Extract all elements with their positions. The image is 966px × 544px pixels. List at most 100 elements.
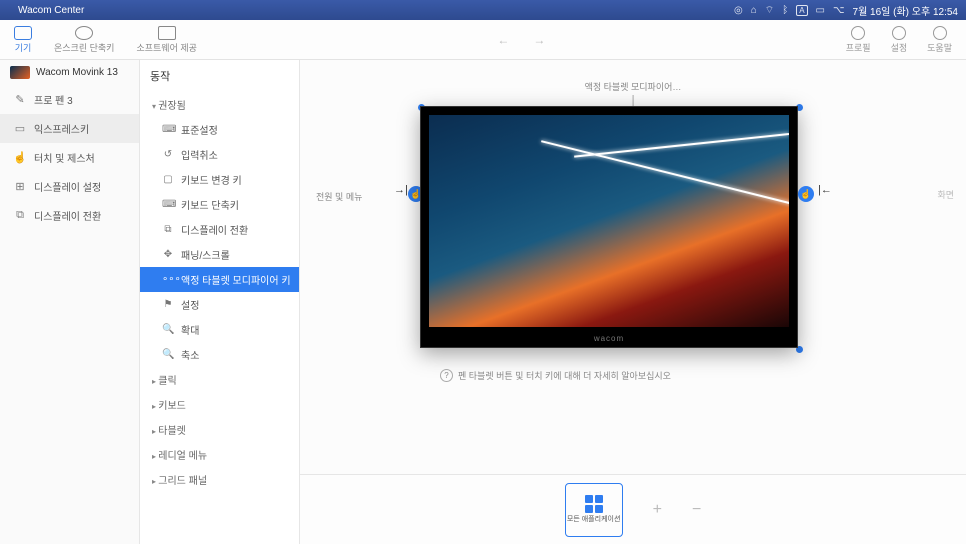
tab-device-label: 기기 — [15, 41, 32, 54]
action-settings-label: 설정 — [181, 297, 199, 312]
kbchange-icon: ▢ — [162, 174, 174, 185]
remove-application-button[interactable]: − — [692, 501, 701, 519]
tab-software-label: 소프트웨어 제공 — [136, 41, 196, 54]
action-keyboard-change[interactable]: ▢ 키보드 변경 키 — [140, 167, 299, 192]
battery-icon[interactable]: ▭ — [816, 5, 825, 16]
app-name[interactable]: Wacom Center — [18, 5, 84, 16]
device-name: Wacom Movink 13 — [36, 67, 118, 78]
action-title: 동작 — [140, 60, 299, 92]
action-standard[interactable]: ⌨표준설정 — [140, 117, 299, 142]
tab-onscreen-shortcuts[interactable]: 온스크린 단축키 — [54, 26, 114, 54]
panscroll-icon: ✥ — [162, 249, 174, 260]
bluetooth-icon[interactable]: ᛒ — [782, 5, 788, 16]
right-key-label: 화면 — [937, 188, 954, 201]
settings-label: 설정 — [891, 41, 908, 54]
tab-software[interactable]: 소프트웨어 제공 — [136, 26, 196, 54]
action-kbshort-label: 키보드 단축키 — [181, 197, 239, 212]
action-display-switch[interactable]: ⧉ 디스플레이 전환 — [140, 217, 299, 242]
action-zoom-in[interactable]: 🔍 확대 — [140, 317, 299, 342]
action-standard-label: 표준설정 — [181, 122, 218, 137]
modifier-icon: ∘∘∘ — [162, 274, 174, 285]
device-header[interactable]: Wacom Movink 13 — [0, 60, 139, 85]
settings-icon: ⚑ — [162, 299, 174, 310]
sidebar-express-label: 익스프레스키 — [34, 121, 89, 136]
tablet-preview-area: 액정 타블렛 모디파이어… 전원 및 메뉴 화면 →| ☝ wacom ☝ |←… — [300, 60, 966, 474]
touch-icon: ☝ — [14, 152, 26, 164]
tablet-preview: wacom — [420, 106, 798, 348]
arrow-right-icon: |← — [818, 184, 832, 196]
wifi-icon[interactable]: ⌔ — [765, 4, 774, 17]
application-bar: 모든 애플리케이션 + − — [300, 474, 966, 544]
menubar: Wacom Center ◎ ⌂ ⌔ ᛒ A ▭ ⌥ 7월 16일 (화) 오후… — [0, 0, 966, 20]
profile-button[interactable]: 프로필 — [846, 26, 871, 54]
sidebar-item-display-switch[interactable]: ⧉ 디스플레이 전환 — [0, 201, 139, 230]
all-apps-label: 모든 애플리케이션 — [567, 516, 620, 524]
settings-button[interactable]: 설정 — [891, 26, 908, 54]
software-icon — [158, 26, 176, 40]
group-click[interactable]: 클릭 — [140, 367, 299, 392]
status-icon[interactable]: ◎ — [734, 5, 743, 16]
sidebar-item-touch[interactable]: ☝ 터치 및 제스처 — [0, 143, 139, 172]
action-zoomout-label: 축소 — [181, 347, 199, 362]
help-tip[interactable]: 펜 타블렛 버튼 및 터치 키에 대해 더 자세히 알아보십시오 — [440, 369, 671, 382]
add-application-button[interactable]: + — [653, 501, 662, 519]
action-undo-label: 입력취소 — [181, 147, 218, 162]
zoomin-icon: 🔍 — [162, 324, 174, 335]
device-thumbnail — [10, 66, 30, 79]
top-key-label: 액정 타블렛 모디파이어… — [585, 80, 682, 109]
undo-icon: ↺ — [162, 149, 174, 160]
help-icon — [933, 26, 947, 40]
sidebar-item-pen[interactable]: ✎ 프로 펜 3 — [0, 85, 139, 114]
gear-icon — [892, 26, 906, 40]
group-radial-menu[interactable]: 레디얼 메뉴 — [140, 442, 299, 467]
tab-device[interactable]: 기기 — [14, 26, 32, 54]
action-settings[interactable]: ⚑ 설정 — [140, 292, 299, 317]
action-zoom-out[interactable]: 🔍 축소 — [140, 342, 299, 367]
action-sidebar: 동작 권장됨 ⌨표준설정 ↺ 입력취소 ▢ 키보드 변경 키 ⌨ 키보드 단축키 ⧉ 디… — [140, 60, 300, 544]
kbshort-icon: ⌨ — [162, 199, 174, 210]
action-modifier-label: 액정 타블렛 모디파이어 키 — [181, 272, 291, 287]
sidebar-item-expresskeys[interactable]: ▭ 익스프레스키 — [0, 114, 139, 143]
group-tablet[interactable]: 타블렛 — [140, 417, 299, 442]
home-icon[interactable]: ⌂ — [751, 5, 757, 16]
action-kbchange-label: 키보드 변경 키 — [181, 172, 242, 187]
arrow-left-icon: →| — [394, 184, 408, 196]
left-key-label: 전원 및 메뉴 — [316, 190, 362, 203]
right-button-handle[interactable]: ☝ — [798, 186, 814, 202]
profile-label: 프로필 — [846, 41, 871, 54]
menubar-clock[interactable]: 7월 16일 (화) 오후 12:54 — [853, 3, 958, 18]
zoomout-icon: 🔍 — [162, 349, 174, 360]
input-source-icon[interactable]: A — [796, 5, 807, 16]
group-keyboard[interactable]: 키보드 — [140, 392, 299, 417]
profile-icon — [851, 26, 865, 40]
action-panscroll-label: 패닝/스크롤 — [181, 247, 230, 262]
wacom-logo: wacom — [594, 334, 624, 343]
display-switch-icon: ⧉ — [14, 210, 26, 222]
group-recommended[interactable]: 권장됨 — [140, 92, 299, 117]
sidebar-item-display-settings[interactable]: ⊞ 디스플레이 설정 — [0, 172, 139, 201]
back-icon[interactable]: ← — [497, 33, 509, 47]
action-modifier-key[interactable]: ∘∘∘ 액정 타블렛 모디파이어 키 — [140, 267, 299, 292]
sidebar-dispsw-label: 디스플레이 전환 — [34, 208, 101, 223]
sidebar-dispset-label: 디스플레이 설정 — [34, 179, 101, 194]
action-dispswitch-label: 디스플레이 전환 — [181, 222, 248, 237]
dispswitch-icon: ⧉ — [162, 224, 174, 235]
forward-icon[interactable]: → — [533, 33, 545, 47]
shortcuts-icon — [75, 26, 93, 40]
display-icon: ⊞ — [14, 181, 26, 193]
action-keyboard-shortcut[interactable]: ⌨ 키보드 단축키 — [140, 192, 299, 217]
control-center-icon[interactable]: ⌥ — [833, 5, 845, 16]
group-grid-panel[interactable]: 그리드 패널 — [140, 467, 299, 492]
action-undo[interactable]: ↺ 입력취소 — [140, 142, 299, 167]
action-pan-scroll[interactable]: ✥ 패닝/스크롤 — [140, 242, 299, 267]
action-zoomin-label: 확대 — [181, 322, 199, 337]
main: Wacom Movink 13 ✎ 프로 펜 3 ▭ 익스프레스키 ☝ 터치 및… — [0, 60, 966, 544]
help-button[interactable]: 도움말 — [927, 26, 952, 54]
content: 액정 타블렛 모디파이어… 전원 및 메뉴 화면 →| ☝ wacom ☝ |←… — [300, 60, 966, 544]
toolbar: 기기 온스크린 단축키 소프트웨어 제공 ← → 프로필 설정 도움말 — [0, 20, 966, 60]
sidebar-pen-label: 프로 펜 3 — [34, 92, 73, 107]
sidebar-touch-label: 터치 및 제스처 — [34, 150, 95, 165]
pen-icon: ✎ — [14, 94, 26, 106]
all-applications-tile[interactable]: 모든 애플리케이션 — [565, 483, 623, 537]
device-sidebar: Wacom Movink 13 ✎ 프로 펜 3 ▭ 익스프레스키 ☝ 터치 및… — [0, 60, 140, 544]
